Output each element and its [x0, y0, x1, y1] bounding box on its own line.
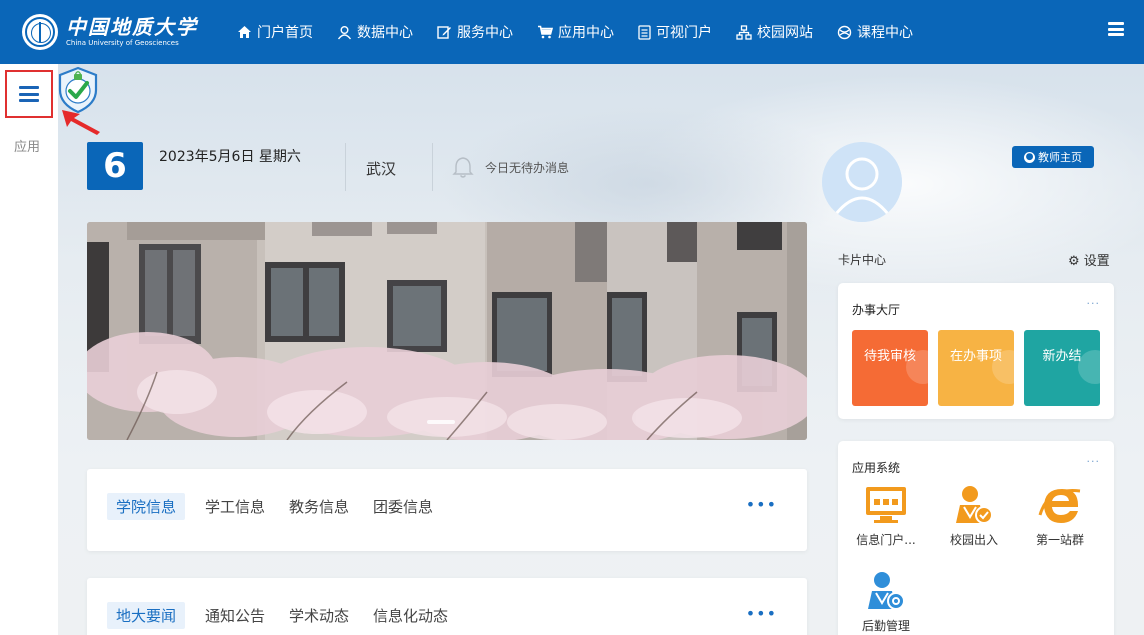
security-shield-icon[interactable] [56, 66, 100, 114]
university-news-tabs: 地大要闻 通知公告 学术动态 信息化动态 [107, 602, 472, 629]
app-logistics-management[interactable]: 后勤管理 [846, 571, 926, 634]
left-sidebar: 应用 [0, 64, 58, 635]
card-center-label: 卡片中心 [838, 253, 887, 267]
city-label: 武汉 [366, 160, 397, 178]
university-seal-icon [22, 14, 58, 50]
sitemap-icon [736, 24, 752, 40]
service-hall-title: 办事大厅 [852, 303, 901, 317]
app-info-portal[interactable]: 信息门户... [846, 485, 926, 548]
tile-label: 新办结 [1042, 349, 1082, 364]
user-icon [337, 25, 352, 39]
college-news-panel: 学院信息 学工信息 教务信息 团委信息 ••• [87, 469, 807, 551]
date-text: 2023年5月6日 星期六 [159, 149, 301, 165]
tab-academic-affairs-info[interactable]: 教务信息 [289, 493, 349, 520]
nav-campus-site-label: 校园网站 [757, 25, 813, 41]
divider [345, 143, 346, 191]
tab-announcements[interactable]: 通知公告 [205, 602, 265, 629]
nav-service-center-label: 服务中心 [457, 25, 513, 41]
university-logo[interactable]: 中国地质大学 China University of Geosciences [22, 14, 237, 50]
globe-icon [837, 25, 852, 39]
nav-service-center[interactable]: 服务中心 [437, 22, 513, 42]
nav-visual-portal[interactable]: 可视门户 [638, 22, 712, 42]
app-label: 校园出入 [949, 533, 998, 547]
user-check-icon [956, 486, 993, 524]
service-hall-card: 办事大厅 ··· 待我审核 在办事项 新办结 [838, 283, 1114, 419]
main-nav: 门户首页 数据中心 服务中心 应用中心 可视门户 校园网站 课程中心 [237, 22, 937, 42]
sidebar-apps-label[interactable]: 应用 [14, 136, 40, 155]
date-day-badge: 6 [87, 142, 143, 190]
top-navbar: 中国地质大学 China University of Geosciences 门… [0, 0, 1144, 64]
college-news-tabs: 学院信息 学工信息 教务信息 团委信息 [107, 493, 457, 520]
app-systems-title: 应用系统 [852, 461, 901, 475]
app-systems-card: 应用系统 ··· 信息门户... 校园出入 第一站群 后勤管理 [838, 441, 1114, 635]
nav-home[interactable]: 门户首页 [237, 22, 313, 42]
tile-pending-review[interactable]: 待我审核 [852, 330, 928, 406]
sidebar-toggle-button[interactable] [5, 70, 53, 118]
app-label: 第一站群 [1035, 533, 1084, 547]
tab-it-news[interactable]: 信息化动态 [373, 602, 448, 629]
tab-academic-events[interactable]: 学术动态 [289, 602, 349, 629]
logo-chinese-name: 中国地质大学 [66, 15, 198, 39]
nav-home-label: 门户首页 [257, 25, 313, 41]
user-gear-icon [868, 572, 905, 610]
divider [432, 143, 433, 191]
teacher-homepage-label: 教师主页 [1038, 151, 1082, 164]
avatar[interactable] [822, 142, 902, 222]
nav-visual-portal-label: 可视门户 [656, 25, 712, 41]
red-arrow-icon [62, 110, 100, 135]
nav-data-center[interactable]: 数据中心 [337, 22, 413, 42]
more-button[interactable]: ••• [746, 604, 777, 623]
tile-label: 待我审核 [863, 349, 916, 364]
tile-newly-completed[interactable]: 新办结 [1024, 330, 1100, 406]
teacher-homepage-button[interactable]: ● 教师主页 [1012, 146, 1094, 168]
edit-icon [437, 26, 451, 39]
user-circle-icon: ● [1024, 151, 1035, 163]
tab-student-affairs-info[interactable]: 学工信息 [205, 493, 265, 520]
monitor-icon [866, 487, 906, 523]
tab-college-info[interactable]: 学院信息 [107, 493, 186, 520]
gear-icon: ⚙ [1068, 254, 1080, 269]
nav-data-center-label: 数据中心 [357, 25, 413, 41]
settings-label: 设置 [1083, 254, 1110, 269]
app-label: 信息门户... [856, 533, 916, 547]
tab-university-news[interactable]: 地大要闻 [107, 602, 186, 629]
tab-youth-league-info[interactable]: 团委信息 [373, 493, 433, 520]
tile-in-progress[interactable]: 在办事项 [938, 330, 1014, 406]
nav-app-center[interactable]: 应用中心 [537, 22, 614, 42]
nav-campus-site[interactable]: 校园网站 [736, 22, 813, 42]
campus-banner-image[interactable] [87, 222, 807, 440]
cart-icon [538, 25, 553, 39]
more-button[interactable]: ··· [1087, 297, 1101, 310]
more-button[interactable]: ··· [1087, 455, 1101, 468]
bell-icon [452, 157, 474, 178]
university-news-panel: 地大要闻 通知公告 学术动态 信息化动态 ••• [87, 578, 807, 635]
app-label: 后勤管理 [861, 619, 910, 633]
home-icon [238, 26, 251, 38]
ie-browser-icon [1038, 489, 1081, 523]
menu-bars-icon [19, 86, 39, 102]
default-avatar-icon [822, 142, 902, 222]
more-button[interactable]: ••• [746, 495, 777, 514]
doc-icon [638, 24, 651, 40]
app-campus-access[interactable]: 校园出入 [934, 485, 1014, 548]
tile-label: 在办事项 [949, 349, 1002, 364]
settings-button[interactable]: ⚙ 设置 [1068, 250, 1110, 269]
app-first-site-group[interactable]: 第一站群 [1020, 485, 1100, 548]
logo-english-name: China University of Geosciences [66, 39, 179, 47]
nav-course-center[interactable]: 课程中心 [837, 22, 913, 42]
hamburger-menu-icon[interactable] [1108, 22, 1124, 36]
nav-course-center-label: 课程中心 [857, 25, 913, 41]
nav-app-center-label: 应用中心 [558, 25, 614, 41]
todo-notice[interactable]: 今日无待办消息 [485, 159, 569, 176]
